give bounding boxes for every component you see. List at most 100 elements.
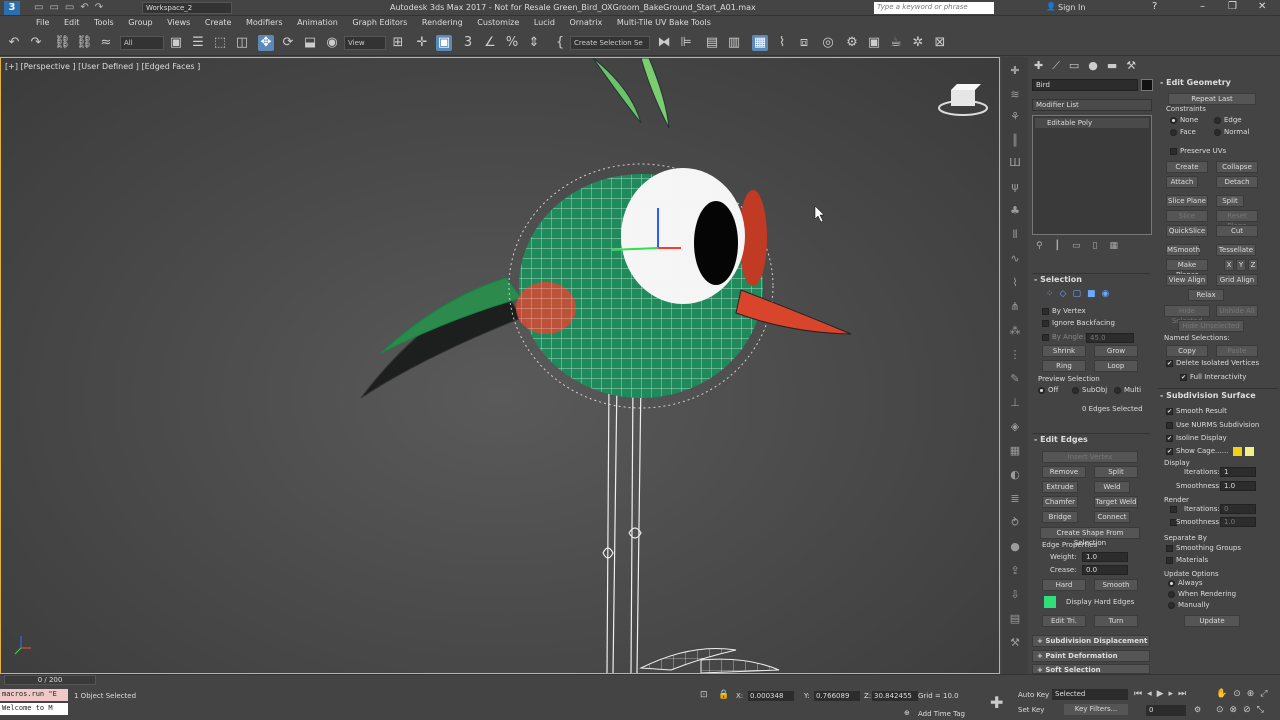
planar-z-button[interactable]: Z — [1248, 259, 1258, 271]
keyboard-shortcut-icon[interactable]: ▣ — [436, 35, 452, 51]
bird-model[interactable] — [1, 58, 999, 673]
length-icon[interactable]: ⫴ — [1007, 227, 1023, 243]
subobject-icons[interactable]: ⁘◇▢■◉ — [1046, 289, 1115, 299]
scene-explorer-icon[interactable]: ▤ — [704, 35, 720, 51]
grid-align-button[interactable]: Grid Align — [1216, 274, 1258, 286]
curve-editor-icon[interactable]: ⌇ — [774, 35, 790, 51]
bind-spacewarp-icon[interactable]: ≈ — [98, 35, 114, 51]
search-input[interactable]: Type a keyword or phrase — [874, 2, 994, 14]
key-mode-icon[interactable]: ✚ — [990, 693, 1003, 712]
menu-ornatrix[interactable]: Ornatrix — [563, 16, 608, 30]
minimize-icon[interactable]: – — [1200, 1, 1205, 12]
render-smoothness-spinner[interactable]: 1.0 — [1220, 517, 1256, 527]
full-interactivity-checkbox[interactable]: ✔ — [1180, 374, 1187, 381]
subdivision-displacement-rollout[interactable]: + Subdivision Displacement — [1032, 635, 1150, 647]
select-object-icon[interactable]: ▣ — [168, 35, 184, 51]
render-production-icon[interactable]: ☕ — [888, 35, 904, 51]
msmooth-button[interactable]: MSmooth — [1166, 244, 1200, 256]
display-iterations-spinner[interactable]: 1 — [1220, 467, 1256, 477]
angle-snap-icon[interactable]: ∠ — [482, 35, 498, 51]
menu-customize[interactable]: Customize — [471, 16, 525, 30]
soft-selection-rollout[interactable]: + Soft Selection — [1032, 664, 1150, 674]
viewport-nav-controls-2[interactable]: ⊙⊗⊘⤡ — [1216, 705, 1270, 715]
density-icon[interactable]: ⁂ — [1007, 323, 1023, 339]
constraint-normal-radio[interactable] — [1214, 129, 1221, 136]
planar-y-button[interactable]: Y — [1236, 259, 1246, 271]
auto-key-button[interactable]: Auto Key — [1018, 691, 1049, 699]
render-iterative-icon[interactable]: ✲ — [910, 35, 926, 51]
cage-color-2-swatch[interactable] — [1245, 447, 1254, 456]
bridge-button[interactable]: Bridge — [1042, 511, 1078, 523]
tools-icon[interactable]: ⚒ — [1007, 635, 1023, 651]
menu-rendering[interactable]: Rendering — [416, 16, 469, 30]
update-manually-radio[interactable] — [1168, 602, 1175, 609]
braid-icon[interactable]: ⌇ — [1007, 275, 1023, 291]
import-icon[interactable]: ⇩ — [1007, 587, 1023, 603]
place-icon[interactable]: ◉ — [324, 35, 340, 51]
fur-icon[interactable]: ≣ — [1007, 491, 1023, 507]
menu-create[interactable]: Create — [199, 16, 238, 30]
hide-selected-button[interactable]: Hide Selected — [1164, 305, 1210, 325]
select-by-name-icon[interactable]: ☰ — [190, 35, 206, 51]
spinner-snap-icon[interactable]: ⇕ — [526, 35, 542, 51]
subdivision-surface-rollout-title[interactable]: - Subdivision Surface — [1160, 391, 1256, 400]
geom-split-button[interactable]: Split — [1216, 195, 1244, 207]
surface-comb-icon[interactable]: ⋮ — [1007, 347, 1023, 363]
cache-icon[interactable]: ▤ — [1007, 611, 1023, 627]
key-filters-button[interactable]: Key Filters... — [1064, 704, 1128, 715]
slice-button[interactable]: Slice — [1166, 210, 1208, 222]
ring-button[interactable]: Ring — [1042, 360, 1086, 372]
display-smoothness-spinner[interactable]: 1.0 — [1220, 481, 1256, 491]
lock-icon[interactable]: 🔒 — [718, 690, 729, 700]
current-frame-field[interactable]: 0 — [1146, 705, 1186, 716]
align-icon[interactable]: ⊫ — [678, 35, 694, 51]
undo-icon[interactable]: ↶ — [6, 35, 22, 51]
turn-button[interactable]: Turn — [1094, 615, 1138, 627]
frizz-icon[interactable]: ψ — [1007, 179, 1023, 195]
split-button[interactable]: Split — [1094, 466, 1138, 478]
mesh-icon[interactable]: ▦ — [1007, 443, 1023, 459]
selection-rollout-title[interactable]: - Selection — [1034, 275, 1082, 284]
menu-file[interactable]: File — [30, 16, 55, 30]
reference-coord-dropdown[interactable]: View — [344, 36, 386, 50]
panel-tabs[interactable]: ✚⟋▭●▬⚒ — [1034, 59, 1145, 73]
workspace-dropdown[interactable]: Workspace_2 — [142, 2, 232, 14]
clump-icon[interactable]: ♣ — [1007, 203, 1023, 219]
unhide-all-button[interactable]: Unhide All — [1216, 305, 1258, 317]
menu-edit[interactable]: Edit — [58, 16, 86, 30]
key-selection-dropdown[interactable]: Selected — [1052, 689, 1128, 700]
time-tag-icon[interactable]: ⊕ — [904, 709, 910, 717]
modifier-list-dropdown[interactable]: Modifier List — [1032, 99, 1152, 111]
mirror-icon[interactable]: ⧓ — [656, 35, 672, 51]
render-cloud-icon[interactable]: ⊠ — [932, 35, 948, 51]
constraint-face-radio[interactable] — [1170, 129, 1177, 136]
render-icon[interactable]: ◐ — [1007, 467, 1023, 483]
target-weld-button[interactable]: Target Weld — [1094, 496, 1138, 508]
pivot-icon[interactable]: ⊞ — [390, 35, 406, 51]
user-icon[interactable]: 👤 — [1046, 2, 1056, 11]
show-cage-checkbox[interactable]: ✔ — [1166, 448, 1173, 455]
view-align-button[interactable]: View Align — [1166, 274, 1208, 286]
remove-button[interactable]: Remove — [1042, 466, 1086, 478]
by-angle-spinner[interactable]: 45.0 — [1086, 333, 1134, 343]
y-coord-field[interactable]: 0.766089 — [814, 691, 860, 701]
relax-button[interactable]: Relax — [1188, 289, 1224, 301]
perspective-viewport[interactable]: [+] [Perspective ] [User Defined ] [Edge… — [0, 57, 1000, 674]
object-color-swatch[interactable] — [1141, 79, 1153, 91]
named-selection-dropdown[interactable]: Create Selection Se — [570, 36, 650, 50]
move-icon[interactable]: ✥ — [258, 35, 274, 51]
bake-icon[interactable]: ◈ — [1007, 419, 1023, 435]
menu-multitile[interactable]: Multi-Tile UV Bake Tools — [611, 16, 717, 30]
curl-icon[interactable]: ∿ — [1007, 251, 1023, 267]
collapse-button[interactable]: Collapse — [1216, 161, 1258, 173]
export-icon[interactable]: ⇪ — [1007, 563, 1023, 579]
use-nurms-checkbox[interactable] — [1166, 422, 1173, 429]
constraint-none-radio[interactable] — [1170, 117, 1177, 124]
z-coord-field[interactable]: 30.842455 — [872, 691, 918, 701]
window-crossing-icon[interactable]: ◫ — [234, 35, 250, 51]
extrude-button[interactable]: Extrude — [1042, 481, 1078, 493]
detach-button[interactable]: Detach — [1216, 176, 1258, 188]
paint-deformation-rollout[interactable]: + Paint Deformation — [1032, 650, 1150, 662]
chamfer-button[interactable]: Chamfer — [1042, 496, 1078, 508]
modifier-stack[interactable]: Editable Poly — [1032, 115, 1152, 235]
